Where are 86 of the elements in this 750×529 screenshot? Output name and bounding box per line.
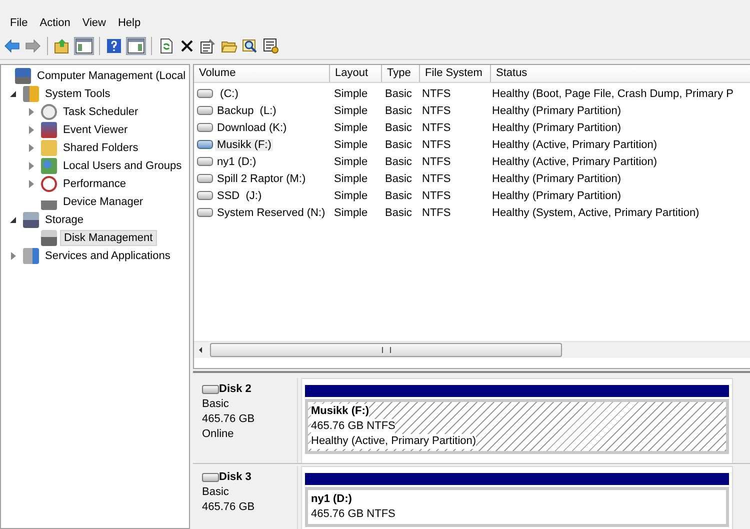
tree-item[interactable]: Disk Management [60, 230, 157, 246]
tree-item[interactable]: Performance [60, 177, 129, 191]
column-header[interactable]: Status [491, 65, 750, 82]
properties-icon[interactable] [200, 38, 216, 54]
tree-item[interactable]: Storage [42, 213, 87, 227]
table-cell-text: NTFS [421, 190, 452, 202]
tree-item[interactable]: System Tools [42, 87, 114, 101]
column-header[interactable]: Volume [194, 65, 330, 82]
disk-detail: 465.76 GB [202, 500, 256, 515]
table-cell-text: NTFS [421, 172, 452, 184]
horizontal-scrollbar[interactable] [194, 341, 750, 358]
tree-item[interactable]: Services and Applications [42, 249, 174, 263]
table-cell-text: Healthy (Primary Partition) [491, 122, 622, 134]
table-cell-text: Healthy (Primary Partition) [491, 172, 622, 184]
table-cell-text: NTFS [421, 206, 452, 218]
table-cell-text: Basic [384, 138, 413, 150]
menu-item[interactable]: File [4, 14, 34, 30]
expanded-arrow-icon[interactable] [9, 215, 19, 225]
disk-detail: Online [202, 427, 235, 442]
action-pane-icon[interactable] [127, 38, 145, 54]
table-cell-text: Basic [384, 104, 413, 116]
disk-detail: Basic [202, 397, 230, 412]
table-cell-text: Basic [384, 122, 413, 134]
table-cell-text: NTFS [421, 88, 452, 100]
table-cell-text: Basic [384, 190, 413, 202]
disk-name: Disk 3 [219, 470, 252, 485]
tree-item[interactable]: Device Manager [60, 195, 146, 209]
disk-name: Disk 2 [219, 382, 252, 397]
table-cell[interactable]: Spill 2 Raptor (M:) [215, 172, 308, 184]
column-header[interactable]: Type [382, 65, 420, 82]
table-cell-text: Basic [384, 156, 413, 168]
expanded-arrow-icon[interactable] [9, 89, 19, 99]
disk-detail: 465.76 GB [202, 412, 256, 427]
table-cell[interactable]: (C:) [215, 88, 240, 100]
column-header[interactable]: Layout [330, 65, 382, 82]
tree-item[interactable]: Shared Folders [60, 141, 142, 155]
folder-up-icon[interactable] [54, 38, 70, 54]
refresh-icon[interactable] [158, 38, 174, 54]
pane-toggle-icon[interactable] [75, 38, 93, 54]
table-cell-text: Basic [384, 206, 413, 218]
table-cell[interactable]: ny1 (D:) [215, 156, 258, 168]
table-cell-text: Simple [333, 172, 369, 184]
table-cell-text: Healthy (Boot, Page File, Crash Dump, Primary P [491, 88, 734, 100]
table-cell-text: Simple [333, 138, 369, 150]
table-cell-text: Simple [333, 206, 369, 218]
back-arrow-icon[interactable] [4, 38, 20, 54]
partition-name: ny1 (D:) [311, 492, 352, 507]
table-cell-text: Simple [333, 122, 369, 134]
partition-block[interactable]: ny1 (D:) 465.76 GB NTFS [305, 487, 729, 527]
search-icon[interactable] [242, 38, 258, 54]
table-cell-text: Healthy (Active, Primary Partition) [491, 138, 658, 150]
table-cell-text: Basic [384, 88, 413, 100]
table-cell-text: Simple [333, 88, 369, 100]
table-cell[interactable]: System Reserved (N:) [215, 206, 328, 218]
tree-item[interactable]: Event Viewer [60, 123, 131, 137]
settings-icon[interactable] [263, 38, 279, 54]
table-cell-text: NTFS [421, 156, 452, 168]
table-cell[interactable]: Backup (L:) [215, 104, 278, 116]
table-cell-text: Simple [333, 104, 369, 116]
table-cell-text: Healthy (Primary Partition) [491, 104, 622, 116]
delete-icon[interactable] [179, 38, 195, 54]
help-icon[interactable] [106, 38, 122, 54]
table-cell-text: NTFS [421, 138, 452, 150]
column-header[interactable]: File System [420, 65, 491, 82]
table-cell-text: NTFS [421, 122, 452, 134]
partition-detail: Healthy (Active, Primary Partition) [311, 434, 476, 449]
table-cell[interactable]: Musikk (F:) [215, 138, 274, 150]
tree-item[interactable]: Local Users and Groups [60, 159, 185, 173]
menu-item[interactable]: Action [34, 14, 76, 30]
table-cell-text: NTFS [421, 104, 452, 116]
menu-item[interactable]: Help [112, 14, 147, 30]
menu-item[interactable]: View [76, 14, 112, 30]
table-cell-text: Healthy (Active, Primary Partition) [491, 156, 658, 168]
table-cell-text: Basic [384, 172, 413, 184]
partition-name: Musikk (F:) [311, 404, 370, 419]
tree-item[interactable]: Task Scheduler [60, 105, 142, 119]
table-cell-text: Simple [333, 156, 369, 168]
table-cell[interactable]: SSD (J:) [215, 190, 264, 202]
partition-block[interactable]: Musikk (F:) 465.76 GB NTFS Healthy (Active, Primary Partition) [305, 399, 729, 454]
table-cell[interactable]: Download (K:) [215, 122, 289, 134]
partition-detail: 465.76 GB NTFS [311, 419, 396, 434]
table-cell-text: Healthy (Primary Partition) [491, 190, 622, 202]
table-cell-text: Healthy (System, Active, Primary Partition) [491, 206, 700, 218]
table-cell-text: Simple [333, 190, 369, 202]
tree-item[interactable]: Computer Management (Local [34, 69, 189, 83]
disk-detail: Basic [202, 485, 230, 500]
